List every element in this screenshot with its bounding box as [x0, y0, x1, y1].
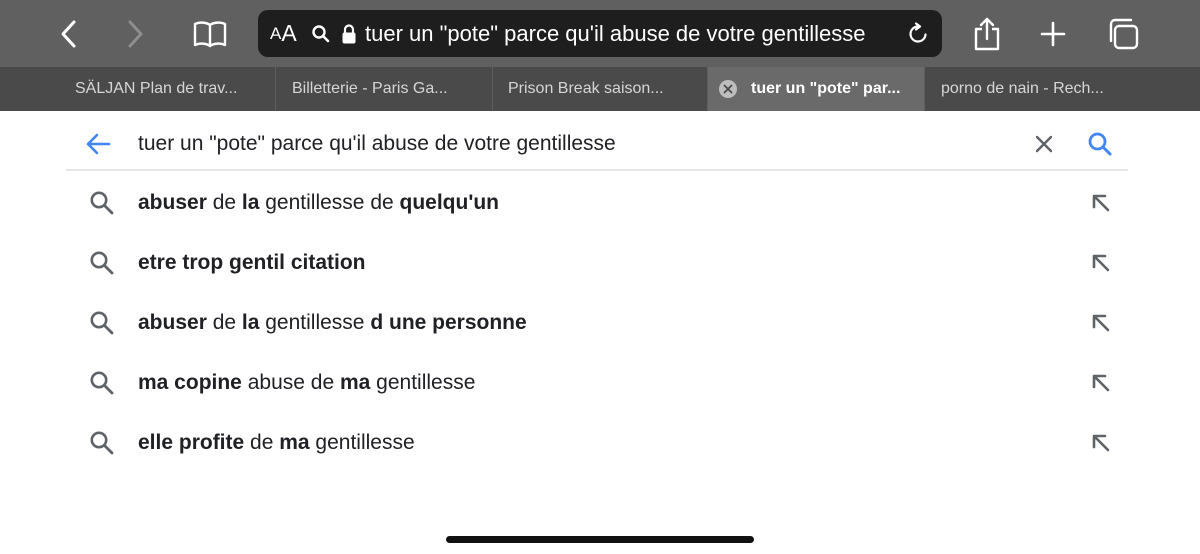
search-icon: [312, 25, 330, 43]
suggestion-item[interactable]: abuser de la gentillesse de quelqu'un: [66, 173, 1128, 233]
suggestion-segment: gentillesse: [370, 371, 476, 394]
google-search-bar: tuer un "pote" parce qu'il abuse de votr…: [66, 118, 1128, 171]
fill-query-arrow-icon[interactable]: [1091, 373, 1111, 393]
suggestion-item[interactable]: abuser de la gentillesse d une personne: [66, 293, 1128, 353]
tab-5[interactable]: porno de nain - Rech...: [925, 67, 1200, 111]
new-tab-plus-icon: [1040, 21, 1066, 47]
back-button[interactable]: [47, 13, 91, 55]
search-icon: [90, 431, 114, 455]
suggestion-item[interactable]: elle profite de ma gentillesse: [66, 413, 1128, 473]
forward-icon: [128, 20, 143, 48]
suggestion-segment: abuse de: [241, 371, 340, 394]
suggestion-segment: de: [206, 191, 242, 214]
suggestion-bold-segment: abuser: [138, 191, 207, 214]
suggestion-item[interactable]: ma copine abuse de ma gentillesse: [66, 353, 1128, 413]
suggestion-segment: gentillesse: [259, 311, 371, 334]
tab-label: Prison Break saison...: [508, 80, 664, 97]
back-icon: [61, 20, 76, 48]
search-icon: [90, 191, 114, 215]
address-bar[interactable]: AA tuer un "pote" parce qu'il abuse de v…: [258, 10, 942, 57]
tab-label: tuer un "pote" par...: [751, 80, 901, 97]
suggestion-bold-segment: ma copine: [138, 371, 242, 394]
suggestion-bold-segment: abuser: [138, 311, 207, 334]
bookmarks-icon: [193, 21, 227, 48]
tab-label: porno de nain - Rech...: [941, 80, 1104, 97]
tab-strip: SÄLJAN Plan de trav... Billetterie - Par…: [0, 67, 1200, 111]
close-icon: [723, 84, 733, 94]
suggestion-bold-segment: ma: [279, 431, 310, 454]
reader-aa-button[interactable]: AA: [270, 10, 297, 57]
fill-query-arrow-icon[interactable]: [1091, 433, 1111, 453]
tab-4-active[interactable]: tuer un "pote" par...: [708, 67, 925, 111]
url-text: tuer un "pote" parce qu'il abuse de votr…: [365, 21, 866, 46]
suggestion-segment: gentillesse de: [259, 191, 400, 214]
aa-small-letter: A: [270, 23, 282, 43]
suggestion-segment: de: [244, 431, 280, 454]
suggestion-bold-segment: elle profite: [138, 431, 245, 454]
tab-label: SÄLJAN Plan de trav...: [75, 80, 238, 97]
tab-1[interactable]: SÄLJAN Plan de trav...: [0, 67, 276, 111]
search-submit-icon[interactable]: [1087, 131, 1113, 157]
suggestion-text: elle profite de ma gentillesse: [138, 413, 415, 473]
suggestion-item[interactable]: etre trop gentil citation: [66, 233, 1128, 293]
fill-query-arrow-icon[interactable]: [1091, 313, 1111, 333]
reload-icon[interactable]: [906, 22, 930, 46]
back-arrow-icon[interactable]: [85, 132, 111, 156]
search-input[interactable]: tuer un "pote" parce qu'il abuse de votr…: [138, 118, 616, 170]
share-button[interactable]: [965, 13, 1009, 55]
suggestion-list: abuser de la gentillesse de quelqu'un et…: [66, 173, 1128, 473]
suggestion-text: etre trop gentil citation: [138, 233, 366, 293]
bookmarks-button[interactable]: [188, 13, 232, 55]
tabs-overview-button[interactable]: [1101, 13, 1145, 55]
tab-3[interactable]: Prison Break saison...: [493, 67, 708, 111]
fill-query-arrow-icon[interactable]: [1091, 253, 1111, 273]
forward-button[interactable]: [113, 13, 157, 55]
home-indicator[interactable]: [446, 536, 754, 543]
fill-query-arrow-icon[interactable]: [1091, 193, 1111, 213]
suggestion-segment: de: [206, 311, 242, 334]
new-tab-button[interactable]: [1031, 13, 1075, 55]
search-icon: [90, 371, 114, 395]
suggestion-text: abuser de la gentillesse d une personne: [138, 293, 527, 353]
lock-icon: [342, 24, 356, 44]
tabs-overview-icon: [1109, 18, 1139, 50]
suggestion-bold-segment: ma: [339, 371, 371, 394]
suggestion-bold-segment: d une personne: [370, 311, 527, 334]
suggestion-bold-segment: quelqu'un: [399, 191, 499, 214]
share-icon: [974, 17, 1000, 51]
suggestion-text: abuser de la gentillesse de quelqu'un: [138, 173, 499, 233]
suggestion-segment: gentillesse: [309, 431, 415, 454]
suggestion-bold-segment: etre trop gentil citation: [138, 251, 366, 274]
tab-close-button[interactable]: [719, 80, 737, 98]
tab-label: Billetterie - Paris Ga...: [292, 80, 448, 97]
suggestion-bold-segment: la: [241, 191, 260, 214]
aa-large-letter: A: [281, 20, 297, 46]
suggestion-text: ma copine abuse de ma gentillesse: [138, 353, 475, 413]
search-icon: [90, 251, 114, 275]
clear-icon[interactable]: [1033, 133, 1055, 155]
suggestion-bold-segment: la: [241, 311, 260, 334]
search-icon: [90, 311, 114, 335]
browser-toolbar: AA tuer un "pote" parce qu'il abuse de v…: [0, 0, 1200, 67]
tab-2[interactable]: Billetterie - Paris Ga...: [276, 67, 493, 111]
